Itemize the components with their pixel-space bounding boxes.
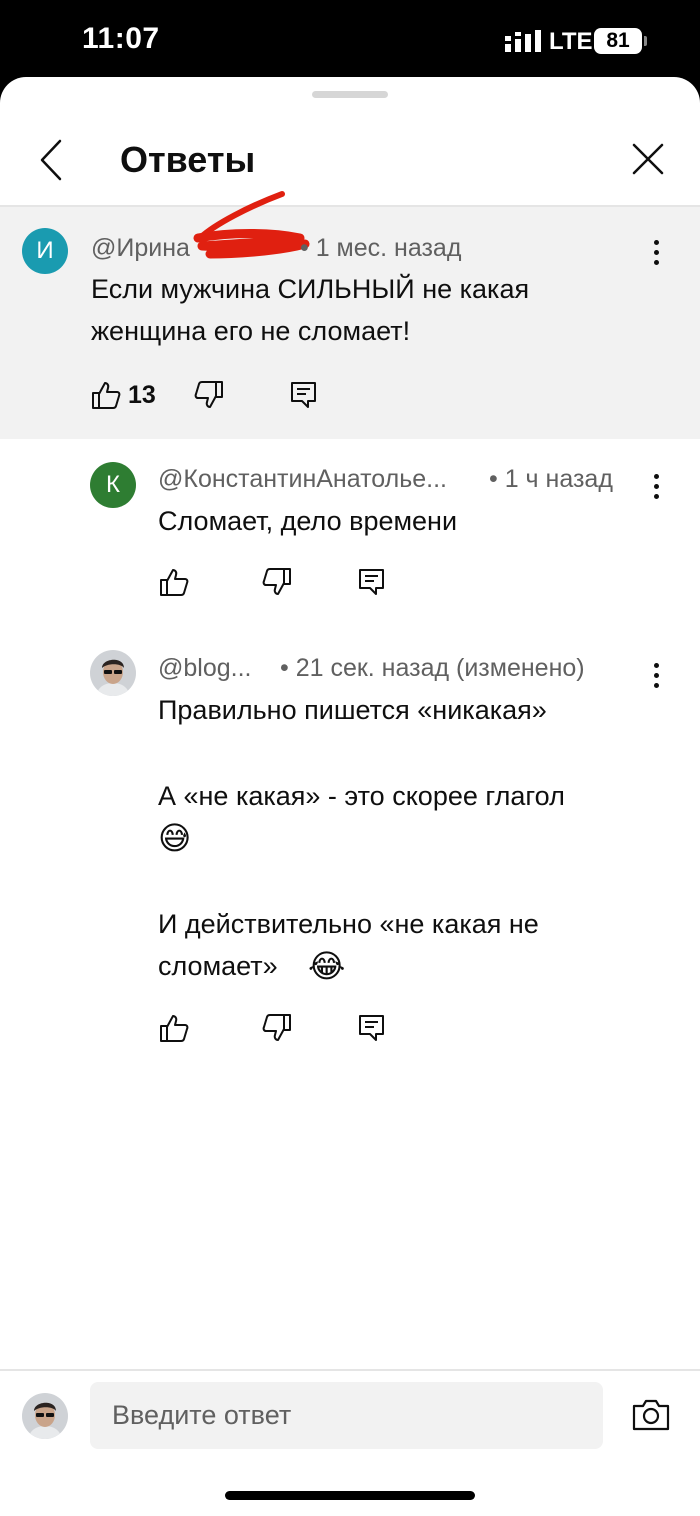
comment-time: • 1 ч назад [489,465,613,493]
parent-comment: И @Ирина • 1 мес. назад Если мужчина СИЛ… [0,191,700,439]
comment-text-line: И действительно «не какая не [158,909,539,939]
like-icon[interactable] [158,1012,190,1044]
avatar[interactable]: К [90,462,136,508]
battery-icon: 81 [594,28,642,54]
comment-text-line: сломает» [158,951,278,981]
sheet-header: Ответы [0,117,700,205]
page-title: Ответы [120,139,256,180]
more-options-icon[interactable] [646,660,666,692]
redaction-scribble [193,191,310,259]
avatar[interactable] [90,650,136,696]
more-options-icon[interactable] [646,237,666,269]
replies-sheet: Ответы И @Ирина • 1 мес. назад Если мужч… [0,77,700,1516]
comment-text: Если мужчина СИЛЬНЫЙ не какая женщина ег… [91,274,530,346]
battery-tip [644,36,647,46]
comment-author[interactable]: @blog... [158,654,251,683]
comment-time: • 1 мес. назад [300,234,462,262]
status-bar: 11:07 LTE 81 [0,0,700,80]
like-icon[interactable] [90,379,122,411]
reply-icon[interactable] [356,1012,388,1044]
more-options-icon[interactable] [646,471,666,503]
sweat-smile-emoji: 😅 [158,819,192,857]
dislike-icon[interactable] [261,1012,293,1044]
like-icon[interactable] [158,566,190,598]
reply-input[interactable] [90,1382,603,1449]
status-time: 11:07 [82,22,160,55]
tears-of-joy-emoji: 😂 [308,947,346,985]
network-type: LTE [549,28,593,55]
avatar[interactable]: И [22,228,68,274]
comment-author[interactable]: @Ирина [91,234,190,263]
home-indicator [225,1491,475,1500]
like-count: 13 [128,381,156,409]
comment-text-line: Правильно пишется «никакая» [158,695,547,725]
battery-level: 81 [606,29,630,52]
reply-icon[interactable] [288,379,320,411]
reply-icon[interactable] [356,566,388,598]
close-icon[interactable] [626,137,670,181]
drag-handle[interactable] [312,91,388,98]
comment-time: • 21 сек. назад (изменено) [280,654,585,682]
signal-icon [505,30,541,52]
comment-author[interactable]: @КонстантинАнатолье... [158,465,447,494]
camera-icon[interactable] [631,1395,671,1435]
dislike-icon[interactable] [261,566,293,598]
user-avatar[interactable] [22,1393,68,1439]
comment-text-line: А «не какая» - это скорее глагол [158,781,565,811]
comment-text: Сломает, дело времени [158,506,458,536]
dislike-icon[interactable] [193,379,225,411]
back-arrow-icon[interactable] [30,135,74,185]
footer-divider [0,1369,700,1371]
